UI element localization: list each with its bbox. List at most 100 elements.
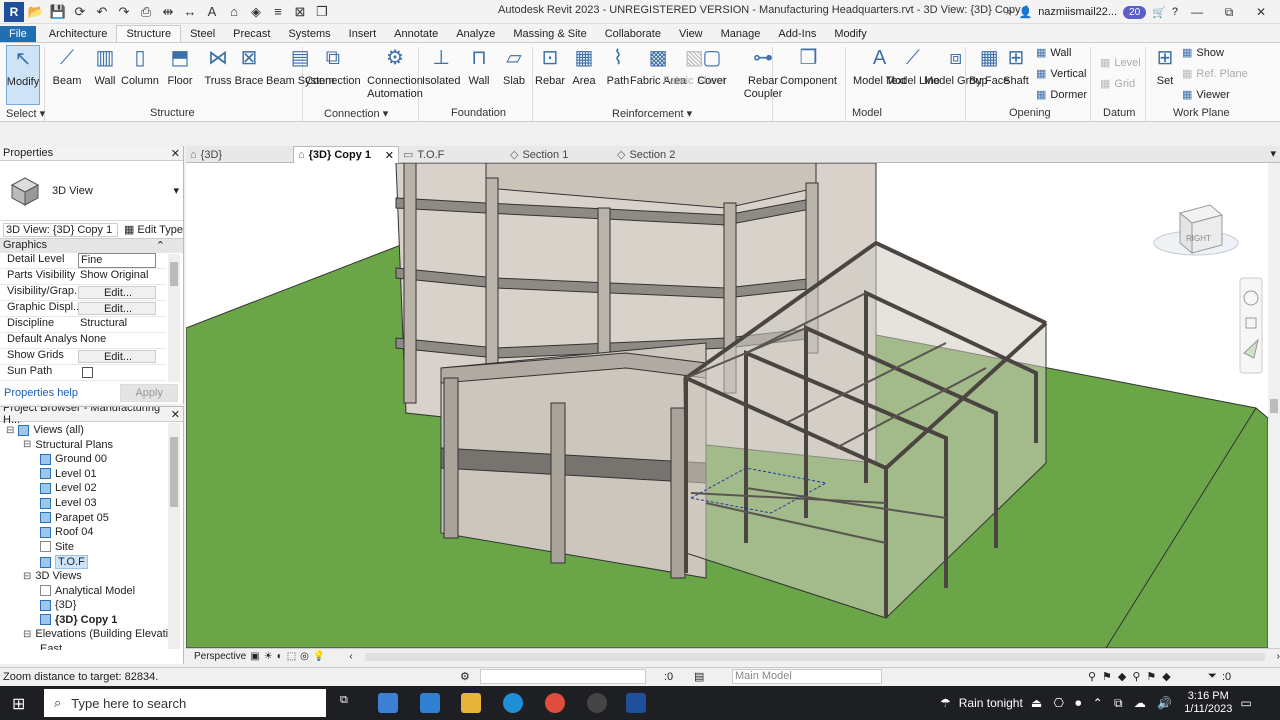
- open-icon[interactable]: 📂: [26, 2, 46, 22]
- edit-button[interactable]: Edit...: [78, 350, 156, 363]
- collapse-icon[interactable]: ⌃: [156, 239, 165, 253]
- cart-icon[interactable]: 🛒: [1152, 6, 1166, 19]
- tab-insert[interactable]: Insert: [340, 26, 386, 42]
- browser-item[interactable]: Level 01: [40, 468, 97, 480]
- tab-architecture[interactable]: Architecture: [40, 26, 117, 42]
- apply-button[interactable]: Apply: [120, 384, 178, 402]
- obs-icon[interactable]: [587, 693, 607, 713]
- weather-text[interactable]: Rain tonight: [959, 696, 1023, 710]
- windows-start-icon[interactable]: ⊞: [12, 694, 25, 714]
- beam-button[interactable]: ⟋ Beam: [52, 45, 82, 105]
- panel-title[interactable]: Select ▾: [6, 107, 45, 120]
- minimize-button[interactable]: —: [1184, 5, 1210, 19]
- column-button[interactable]: ▯ Column: [121, 45, 159, 105]
- edit-button[interactable]: Edit...: [78, 302, 156, 315]
- tab-annotate[interactable]: Annotate: [385, 26, 447, 42]
- browser-item[interactable]: Site: [40, 541, 74, 553]
- opening-vertical-button[interactable]: ▦ Vertical: [1036, 67, 1086, 81]
- sync-icon[interactable]: ⟳: [70, 2, 90, 22]
- isolated-foundation-button[interactable]: ⊥ Isolated: [422, 45, 461, 105]
- rebar-button[interactable]: ⊡ Rebar: [535, 45, 565, 105]
- undo-icon[interactable]: ↶: [92, 2, 112, 22]
- filter-icon[interactable]: ⏷: [1208, 670, 1217, 683]
- group-header[interactable]: Graphics: [3, 239, 47, 253]
- browser-item[interactable]: East: [40, 643, 62, 650]
- file-explorer-icon[interactable]: [461, 693, 481, 713]
- viewer-button[interactable]: ▦ Viewer: [1182, 88, 1230, 102]
- collapse-toggle-icon[interactable]: ⊟: [23, 439, 31, 450]
- panel-title[interactable]: Reinforcement ▾: [612, 107, 692, 120]
- panel-title[interactable]: Datum: [1103, 107, 1135, 119]
- tab-manage[interactable]: Manage: [712, 26, 770, 42]
- scroll-right-icon[interactable]: ›: [1277, 651, 1280, 662]
- wall-button[interactable]: ▥ Wall: [90, 45, 120, 105]
- scroll-left-icon[interactable]: ‹: [349, 651, 352, 662]
- tab-modify[interactable]: Modify: [825, 26, 875, 42]
- tab-overflow-icon[interactable]: ▾: [1270, 147, 1276, 160]
- browser-item[interactable]: ⊟ 3D Views: [23, 570, 82, 582]
- browser-item[interactable]: Ground 00: [40, 453, 107, 465]
- 3d-view-icon[interactable]: ⌂: [224, 2, 244, 22]
- ref-plane-button[interactable]: ▦ Ref. Plane: [1182, 67, 1248, 81]
- panel-title[interactable]: Model: [852, 107, 882, 119]
- task-view-icon[interactable]: ⧉: [340, 694, 348, 707]
- clock[interactable]: 3:16 PM 1/11/2023: [1184, 690, 1232, 716]
- tab-view[interactable]: View: [670, 26, 712, 42]
- chrome-icon[interactable]: [545, 693, 565, 713]
- property-value[interactable]: Fine: [78, 253, 156, 268]
- binoculars-icon[interactable]: ⌕: [1006, 6, 1012, 19]
- level-button[interactable]: ▦ Level: [1100, 56, 1141, 70]
- design-options-icon[interactable]: ▤: [694, 670, 704, 683]
- opening-wall-button[interactable]: ▦ Wall: [1036, 46, 1071, 60]
- close-icon[interactable]: ✕: [171, 408, 180, 421]
- tab-structure[interactable]: Structure: [116, 25, 182, 42]
- collapse-toggle-icon[interactable]: ⊟: [23, 571, 31, 582]
- brace-button[interactable]: ⊠ Brace: [234, 45, 264, 105]
- print-icon[interactable]: ⎙: [136, 2, 156, 22]
- type-selector[interactable]: 3D View ▾: [0, 161, 183, 221]
- tab-collaborate[interactable]: Collaborate: [596, 26, 670, 42]
- worksets-icon[interactable]: ⚙: [460, 670, 470, 683]
- projection-mode[interactable]: Perspective: [194, 651, 246, 662]
- panel-title[interactable]: Opening: [1009, 107, 1051, 119]
- properties-scrollbar[interactable]: [168, 254, 180, 382]
- browser-item[interactable]: ⊟ Views (all): [6, 424, 84, 436]
- help-icon[interactable]: ?: [1172, 6, 1178, 18]
- browser-item[interactable]: Parapet 05: [40, 512, 109, 524]
- opening-dormer-button[interactable]: ▦ Dormer: [1036, 88, 1087, 102]
- aligned-dimension-icon[interactable]: ↔: [180, 2, 200, 22]
- sun-path-icon[interactable]: ☀: [264, 651, 273, 662]
- model-canvas[interactable]: RIGHT: [186, 163, 1268, 648]
- panel-title[interactable]: Foundation: [451, 107, 506, 119]
- slab-button[interactable]: ▱ Slab: [499, 45, 529, 105]
- tab-systems[interactable]: Systems: [279, 26, 339, 42]
- tab-steel[interactable]: Steel: [181, 26, 224, 42]
- selection-toggles-icon[interactable]: ⚲⚑◆⚲⚑◆: [1088, 670, 1177, 683]
- store-icon[interactable]: [378, 693, 398, 713]
- close-icon[interactable]: ✕: [385, 149, 394, 162]
- connection-button[interactable]: ⧉ Connection: [305, 45, 361, 105]
- area-button[interactable]: ▦ Area: [569, 45, 599, 105]
- workset-selector[interactable]: [480, 669, 646, 684]
- tab-analyze[interactable]: Analyze: [447, 26, 504, 42]
- shaft-button[interactable]: ⊞ Shaft: [1001, 45, 1031, 105]
- set-button[interactable]: ⊞ Set: [1150, 45, 1180, 105]
- show-workplane-button[interactable]: ▦ Show: [1182, 46, 1224, 60]
- cover-button[interactable]: ▢ Cover: [697, 45, 727, 105]
- close-button[interactable]: ✕: [1248, 5, 1274, 19]
- browser-item[interactable]: Analytical Model: [40, 585, 135, 597]
- browser-item[interactable]: Level 02: [40, 482, 97, 494]
- instance-selector[interactable]: 3D View: {3D} Copy 1: [3, 222, 118, 237]
- shadows-icon[interactable]: ◐: [277, 651, 283, 662]
- 3d-viewport[interactable]: RIGHT: [186, 163, 1268, 648]
- tab-add-ins[interactable]: Add-Ins: [769, 26, 825, 42]
- notification-badge[interactable]: 20: [1123, 5, 1147, 19]
- viewport-scrollbar[interactable]: [1268, 163, 1280, 648]
- visual-style-icon[interactable]: ▣: [250, 651, 259, 662]
- panel-title[interactable]: Work Plane: [1173, 107, 1230, 119]
- redo-icon[interactable]: ↷: [114, 2, 134, 22]
- document-tab[interactable]: ◇ Section 1: [506, 146, 613, 163]
- path-button[interactable]: ⌇ Path: [603, 45, 633, 105]
- browser-item[interactable]: ⊟ Structural Plans: [23, 439, 113, 451]
- close-icon[interactable]: ✕: [171, 147, 180, 160]
